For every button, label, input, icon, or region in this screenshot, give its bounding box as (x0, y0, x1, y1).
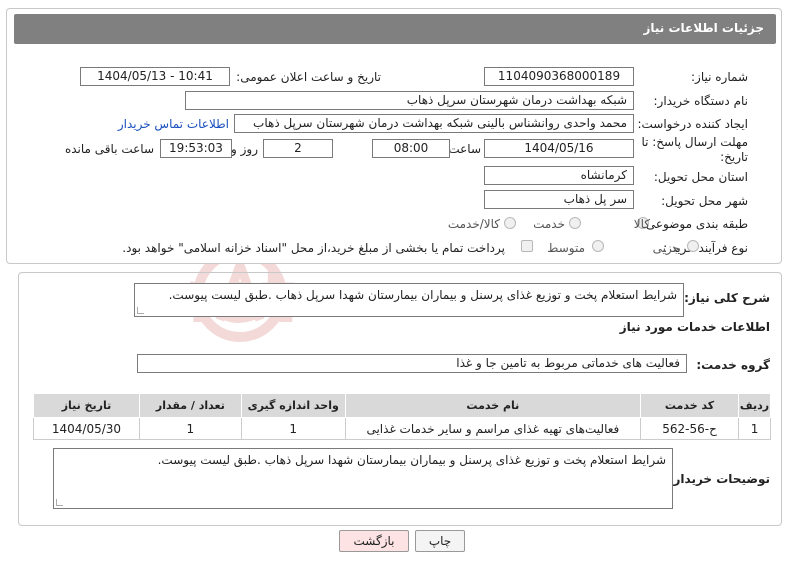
process-option-medium: متوسط (547, 241, 585, 255)
services-table: ردیف کد خدمت نام خدمت واحد اندازه گیری ت… (33, 393, 771, 440)
requester-field[interactable]: محمد واحدی روانشناس بالینی شبکه بهداشت د… (234, 114, 634, 133)
treasury-payment-checkbox[interactable] (521, 240, 533, 252)
process-radio-minor[interactable] (687, 240, 699, 252)
need-number-label: شماره نیاز: (691, 70, 748, 84)
table-row: 1 ح-56-562 فعالیت‌های تهیه غذای مراسم و … (33, 417, 771, 440)
summary-text: شرایط استعلام پخت و توزیع غذای پرسنل و ب… (168, 288, 677, 302)
service-group-label: گروه خدمت: (696, 358, 770, 372)
deadline-time-label: ساعت (448, 142, 481, 156)
col-header-quantity: تعداد / مقدار (138, 393, 242, 418)
buyer-org-label: نام دستگاه خریدار: (653, 94, 749, 108)
back-button[interactable]: بازگشت (339, 530, 409, 552)
process-option-minor: جزیی (652, 241, 680, 255)
category-radio-service[interactable] (569, 217, 581, 229)
days-remaining-field[interactable]: 2 (263, 139, 333, 158)
cell-quantity: 1 (138, 417, 242, 440)
province-field[interactable]: کرمانشاه (484, 166, 634, 185)
treasury-payment-note: پرداخت تمام یا بخشی از مبلغ خرید،از محل … (122, 241, 505, 255)
days-label: روز و (231, 142, 258, 156)
page-title: جزئیات اطلاعات نیاز (643, 21, 764, 35)
resize-grip-icon[interactable] (137, 307, 144, 314)
cell-unit: 1 (240, 417, 346, 440)
announce-date-field[interactable]: 1404/05/13 - 10:41 (80, 67, 230, 86)
resize-grip-icon[interactable] (56, 499, 63, 506)
table-header-row: ردیف کد خدمت نام خدمت واحد اندازه گیری ت… (33, 393, 771, 418)
deadline-time-field[interactable]: 08:00 (372, 139, 450, 158)
city-label: شهر محل تحویل: (661, 194, 748, 208)
col-header-row-number: ردیف (738, 393, 771, 418)
buyer-notes-label: توضیحات خریدار: (668, 472, 770, 486)
summary-label: شرح کلی نیاز: (684, 291, 770, 305)
deadline-date-field[interactable]: 1404/05/16 (484, 139, 634, 158)
summary-textarea[interactable]: شرایط استعلام پخت و توزیع غذای پرسنل و ب… (134, 283, 684, 317)
category-radio-goods-service[interactable] (504, 217, 516, 229)
contact-info-link[interactable]: اطلاعات تماس خریدار (118, 117, 229, 131)
cell-need-date: 1404/05/30 (33, 417, 140, 440)
category-label: طبقه بندی موضوعی: (641, 217, 748, 231)
process-radio-medium[interactable] (592, 240, 604, 252)
requester-label: ایجاد کننده درخواست: (637, 117, 748, 131)
cell-row-number: 1 (738, 417, 771, 440)
services-section-title: اطلاعات خدمات مورد نیاز (619, 320, 770, 334)
cell-service-name: فعالیت‌های تهیه غذای مراسم و سایر خدمات … (344, 417, 642, 440)
city-field[interactable]: سر پل ذهاب (484, 190, 634, 209)
announce-date-label: تاریخ و ساعت اعلان عمومی: (236, 70, 381, 84)
deadline-label: مهلت ارسال پاسخ: تا (641, 135, 748, 149)
col-header-need-date: تاریخ نیاز (33, 393, 140, 418)
col-header-unit: واحد اندازه گیری (240, 393, 346, 418)
col-header-service-name: نام خدمت (344, 393, 642, 418)
header-bar: جزئیات اطلاعات نیاز (14, 14, 776, 44)
deadline-date-label: تاریخ: (720, 150, 748, 164)
buyer-org-field[interactable]: شبکه بهداشت درمان شهرستان سرپل ذهاب (185, 91, 634, 110)
category-option-goods: کالا (633, 217, 650, 231)
category-option-goods-service: کالا/خدمت (447, 217, 500, 231)
province-label: استان محل تحویل: (653, 170, 748, 184)
need-number-field[interactable]: 1104090368000189 (484, 67, 634, 86)
remaining-time-label: ساعت باقی مانده (64, 142, 154, 156)
remaining-time-field[interactable]: 19:53:03 (160, 139, 232, 158)
service-group-field[interactable]: فعالیت های خدماتی مربوط به تامین جا و غذ… (137, 354, 687, 373)
category-option-service: خدمت (533, 217, 565, 231)
cell-service-code: ح-56-562 (640, 417, 740, 440)
col-header-service-code: کد خدمت (640, 393, 740, 418)
buyer-notes-text: شرایط استعلام پخت و توزیع غذای پرسنل و ب… (157, 453, 666, 467)
buyer-notes-textarea[interactable]: شرایط استعلام پخت و توزیع غذای پرسنل و ب… (53, 448, 673, 509)
print-button[interactable]: چاپ (415, 530, 465, 552)
